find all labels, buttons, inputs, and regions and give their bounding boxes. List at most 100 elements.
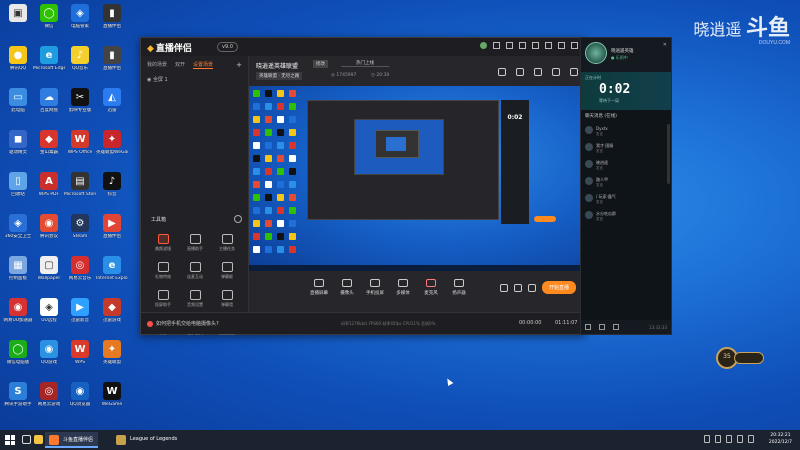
tool-item[interactable]: 直播助手 bbox=[179, 234, 211, 252]
desktop-icon[interactable]: ✂ 剪映专业版 bbox=[64, 88, 96, 124]
chat-emoji-icon[interactable] bbox=[585, 324, 591, 330]
chat-message[interactable]: 路人甲 发言 bbox=[581, 175, 667, 192]
desktop-icon[interactable]: ▦ 控制面板 bbox=[2, 256, 34, 292]
tray-network-icon[interactable] bbox=[715, 435, 721, 443]
preview-toggle-icon[interactable] bbox=[513, 283, 522, 292]
minimize-icon[interactable] bbox=[545, 42, 552, 49]
desktop-icon[interactable]: ▶ 迅雷影音 bbox=[64, 298, 96, 334]
desktop-icon[interactable]: ▭ 此电脑 bbox=[2, 88, 34, 124]
desktop-icon[interactable]: ◉ 腾讯会议 bbox=[33, 214, 65, 250]
tab-scene-settings[interactable]: 设置场景 bbox=[193, 61, 214, 69]
desktop-icon[interactable]: ♪ QQ音乐 bbox=[64, 46, 96, 82]
user-avatar[interactable] bbox=[480, 42, 487, 49]
desktop-icon[interactable]: ▢ Wallpaper bbox=[33, 256, 65, 292]
eye-icon[interactable]: ◉ bbox=[147, 77, 151, 83]
mail-icon[interactable] bbox=[493, 42, 500, 49]
desktop-icon[interactable]: e Microsoft Edge bbox=[33, 46, 65, 82]
source-control[interactable]: 摄像头 bbox=[333, 279, 361, 296]
scene-item[interactable]: ◉ 全屏 1 bbox=[141, 74, 248, 85]
app-version-badge[interactable]: v9.0 bbox=[217, 42, 238, 52]
chat-mic-icon[interactable] bbox=[613, 324, 619, 330]
desktop-icon[interactable]: ▮ 直播伴侣 bbox=[96, 46, 128, 82]
lock-icon[interactable] bbox=[516, 68, 524, 76]
add-scene-icon[interactable]: + bbox=[236, 61, 242, 69]
desktop-icon[interactable]: ◭ 迅雷 bbox=[96, 88, 128, 124]
edit-title-button[interactable]: 修改 bbox=[313, 60, 328, 68]
close-icon[interactable]: ✕ bbox=[663, 42, 667, 48]
tool-item[interactable]: 投屏助手 bbox=[147, 290, 179, 308]
desktop-icon[interactable]: ● 腾讯QQ bbox=[2, 46, 34, 82]
tool-item[interactable]: 连麦互动 bbox=[179, 262, 211, 280]
desktop-icon[interactable]: ◉ QQ游戏 bbox=[33, 340, 65, 376]
help-tip[interactable]: 如何把手机交给电脑摄像头? bbox=[147, 320, 219, 327]
screenshot-icon[interactable] bbox=[498, 68, 506, 76]
desktop-icon[interactable]: ◈ 360安全卫士 bbox=[2, 214, 34, 250]
chat-scrollbar[interactable] bbox=[667, 124, 670, 184]
tray-volume-icon[interactable] bbox=[726, 435, 732, 443]
tab-my-scenes[interactable]: 我的场景 bbox=[147, 61, 167, 69]
taskbar-clock[interactable]: 20:32:21 2022/12/7 bbox=[769, 432, 792, 446]
desktop-icon[interactable]: ▣ bbox=[2, 4, 34, 40]
maximize-icon[interactable] bbox=[558, 42, 565, 49]
tray-app-icon[interactable] bbox=[748, 435, 754, 443]
desktop-icon[interactable]: ▤ Microsoft Store bbox=[64, 172, 96, 208]
tray-input-icon[interactable] bbox=[737, 435, 743, 443]
desktop-icon[interactable]: ◯ 微信电脑版 bbox=[2, 340, 34, 376]
file-explorer-icon[interactable] bbox=[34, 435, 43, 444]
close-icon[interactable] bbox=[571, 42, 578, 49]
chat-message[interactable]: 晓逍遥 发言 bbox=[581, 158, 667, 175]
desktop-icon[interactable]: W WPS bbox=[64, 340, 96, 376]
settings-icon[interactable] bbox=[519, 42, 526, 49]
search-icon[interactable] bbox=[22, 435, 31, 444]
chat-message[interactable]: Dyxtx 发言 bbox=[581, 124, 667, 141]
source-control[interactable]: 麦克风 bbox=[417, 279, 445, 296]
source-control[interactable]: 扬声器 bbox=[445, 279, 473, 296]
tool-item[interactable]: 音频设置 bbox=[179, 290, 211, 308]
source-control[interactable]: 多媒体 bbox=[389, 279, 417, 296]
level-badge-widget[interactable]: 35 bbox=[716, 347, 768, 369]
settings-gear-icon[interactable] bbox=[527, 283, 536, 292]
desktop-icon[interactable]: ◆ 金山毒霸 bbox=[33, 130, 65, 166]
desktop-icon[interactable]: ▶ 直播伴侣 bbox=[96, 214, 128, 250]
desktop-icon[interactable]: e Internet Explorer bbox=[96, 256, 128, 292]
tool-item[interactable]: 礼物特效 bbox=[147, 262, 179, 280]
source-control[interactable]: 手机投屏 bbox=[361, 279, 389, 296]
desktop-icon[interactable]: ◈ 电脑管家 bbox=[64, 4, 96, 40]
stream-preview[interactable]: 0:02 bbox=[249, 86, 585, 271]
camera-toggle-icon[interactable] bbox=[499, 283, 508, 292]
history-icon[interactable] bbox=[234, 215, 242, 223]
stream-tag-field[interactable]: 热门上线 bbox=[341, 60, 389, 67]
desktop-icon[interactable]: ✦ 英雄联盟 bbox=[96, 340, 128, 376]
tab-dual[interactable]: 双开 bbox=[175, 61, 185, 69]
desktop-icon[interactable]: ◉ QQ浏览器 bbox=[64, 382, 96, 418]
desktop-icon[interactable]: ◎ 网易云游戏 bbox=[33, 382, 65, 418]
chat-message[interactable]: 我才·国服 发言 bbox=[581, 141, 667, 158]
tool-item[interactable]: 主播任务 bbox=[211, 234, 243, 252]
start-live-button[interactable]: 开始直播 bbox=[541, 281, 576, 294]
tool-item[interactable]: 弹幕姬 bbox=[211, 262, 243, 280]
source-control[interactable]: 直播屏幕 bbox=[305, 279, 333, 296]
tray-chevron-icon[interactable] bbox=[704, 435, 710, 443]
chat-gift-icon[interactable] bbox=[599, 324, 605, 330]
menu-icon[interactable] bbox=[532, 42, 539, 49]
desktop-icon[interactable]: ◯ 微信 bbox=[33, 4, 65, 40]
chat-message[interactable]: 水分吃瓜群 发言 bbox=[581, 209, 667, 226]
share-icon[interactable] bbox=[570, 68, 578, 76]
desktop-icon[interactable]: S 腾讯手游助手 bbox=[2, 382, 34, 418]
desktop-icon[interactable]: ◉ 网易UU加速器 bbox=[2, 298, 34, 334]
desktop-icon[interactable]: ✦ 英雄联盟WeGame bbox=[96, 130, 128, 166]
tool-item[interactable]: 弹幕墙 bbox=[211, 290, 243, 308]
desktop-icon[interactable]: ▮ 直播伴侣 bbox=[96, 4, 128, 40]
windows-start-icon[interactable] bbox=[5, 435, 15, 445]
taskbar-app[interactable]: League of Legends bbox=[112, 432, 182, 448]
taskbar-app[interactable]: 斗鱼直播伴侣 bbox=[45, 432, 99, 448]
tool-item[interactable]: 美颜滤镜 bbox=[147, 234, 179, 252]
desktop-icon[interactable]: ⚙ Steam bbox=[64, 214, 96, 250]
desktop-icon[interactable]: ◈ UU远程 bbox=[33, 298, 65, 334]
desktop-icon[interactable]: A WPS PDF bbox=[33, 172, 65, 208]
category-badge[interactable]: 英雄联盟 · 无尽之路 bbox=[256, 72, 303, 80]
desktop-icon[interactable]: ◼ 驱动精灵 bbox=[2, 130, 34, 166]
bell-icon[interactable] bbox=[552, 68, 560, 76]
desktop-icon[interactable]: W WeGame bbox=[96, 382, 128, 418]
desktop-icon[interactable]: ☁ 百度网盘 bbox=[33, 88, 65, 124]
